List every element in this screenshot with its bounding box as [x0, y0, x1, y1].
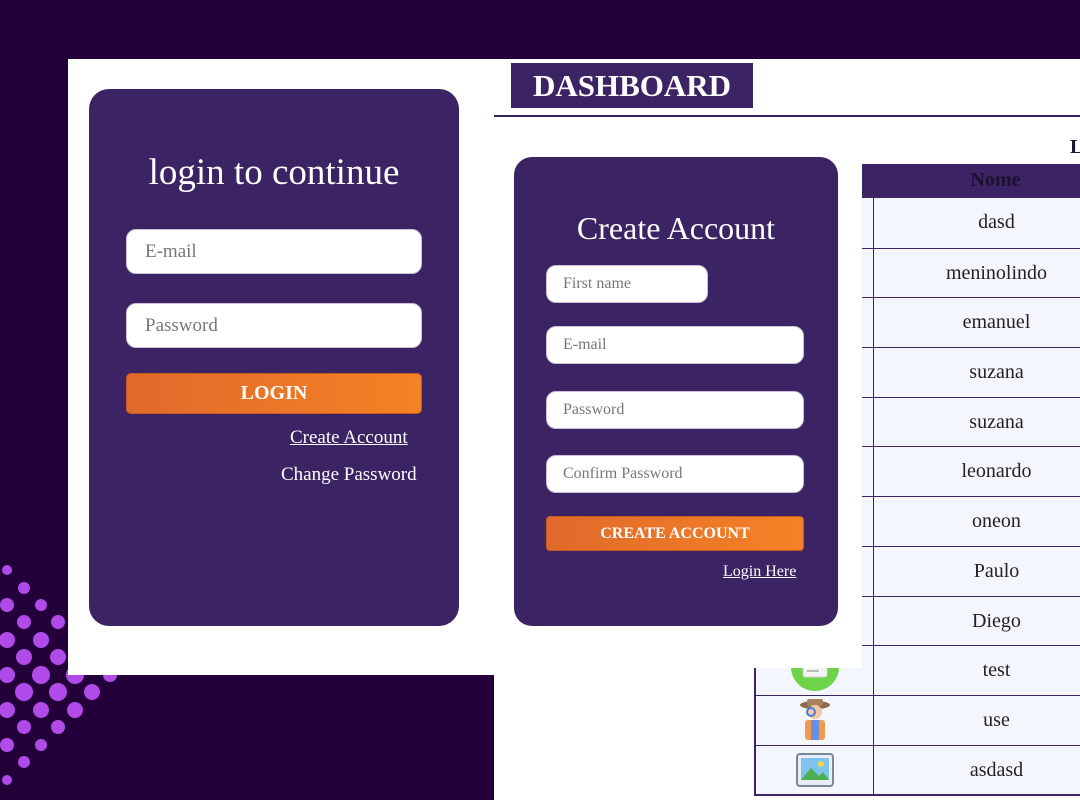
- row-name: test: [873, 646, 1080, 695]
- decorative-dot: [18, 582, 30, 594]
- column-header-nome: Nome: [970, 169, 1021, 191]
- decorative-dot: [49, 683, 67, 701]
- row-name: asdasd: [873, 745, 1080, 795]
- row-name: emanuel: [873, 298, 1080, 348]
- decorative-dot: [0, 632, 15, 648]
- decorative-dot: [0, 598, 14, 612]
- decorative-dot: [17, 615, 31, 629]
- decorative-dot: [51, 720, 65, 734]
- image-icon: [795, 752, 835, 788]
- decorative-dot: [51, 615, 65, 629]
- create-account-title: Create Account: [576, 210, 776, 246]
- row-name: leonardo: [873, 447, 1080, 497]
- confirm-password-input[interactable]: Confirm Password: [546, 455, 804, 493]
- create-account-panel: Create Account First name E-mail Passwor…: [494, 133, 862, 668]
- table-row: use: [756, 694, 1080, 745]
- row-name: dasd: [873, 198, 1080, 248]
- decorative-dot: [32, 666, 50, 684]
- dashboard-title: DASHBOARD: [511, 63, 753, 108]
- decorative-dot: [33, 702, 49, 718]
- row-name: oneon: [873, 497, 1080, 546]
- row-name: meninolindo: [873, 248, 1080, 298]
- decorative-dot: [2, 775, 12, 785]
- create-account-button[interactable]: CREATE ACCOUNT: [546, 516, 804, 551]
- partial-heading: L: [1070, 136, 1080, 158]
- login-here-link[interactable]: Login Here: [723, 563, 796, 581]
- login-panel: login to continue E-mail Password LOGIN …: [68, 59, 494, 675]
- decorative-dot: [35, 599, 47, 611]
- decorative-dot: [67, 702, 83, 718]
- decorative-dot: [15, 683, 33, 701]
- row-name: use: [873, 695, 1080, 745]
- row-avatar-cell: [756, 696, 873, 745]
- create-email-input[interactable]: E-mail: [546, 326, 804, 364]
- decorative-dot: [33, 632, 49, 648]
- row-name: Paulo: [873, 546, 1080, 596]
- login-title: login to continue: [148, 152, 400, 193]
- row-name: suzana: [873, 348, 1080, 397]
- create-account-link[interactable]: Create Account: [290, 427, 408, 449]
- decorative-dot: [17, 720, 31, 734]
- first-name-input[interactable]: First name: [546, 265, 708, 303]
- table-row: asdasd: [756, 744, 1080, 795]
- login-button[interactable]: LOGIN: [126, 373, 422, 414]
- login-password-input[interactable]: Password: [126, 303, 422, 348]
- decorative-dot: [0, 667, 15, 683]
- row-name: Diego: [873, 596, 1080, 646]
- row-name: suzana: [873, 397, 1080, 447]
- detective-icon: [795, 696, 835, 744]
- row-avatar-cell: [756, 746, 873, 795]
- header-divider: [494, 115, 1080, 117]
- decorative-dot: [35, 739, 47, 751]
- decorative-dot: [16, 649, 32, 665]
- decorative-dot: [50, 649, 66, 665]
- change-password-link[interactable]: Change Password: [281, 464, 417, 486]
- decorative-dot: [84, 684, 100, 700]
- decorative-dot: [18, 756, 30, 768]
- decorative-dot: [0, 702, 15, 718]
- decorative-dot: [2, 565, 12, 575]
- decorative-dot: [0, 738, 14, 752]
- create-account-card: Create Account First name E-mail Passwor…: [514, 157, 838, 626]
- login-card: login to continue E-mail Password LOGIN …: [89, 89, 459, 626]
- login-email-input[interactable]: E-mail: [126, 229, 422, 274]
- create-password-input[interactable]: Password: [546, 391, 804, 429]
